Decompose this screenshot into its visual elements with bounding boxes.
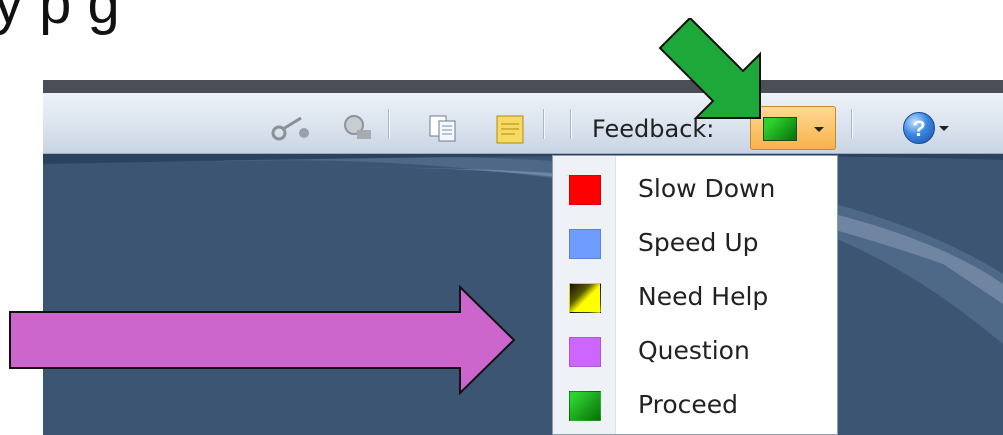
menu-item-slow-down[interactable]: Slow Down xyxy=(553,162,837,216)
connect-icon[interactable] xyxy=(271,113,311,146)
pink-pointer-arrow xyxy=(9,285,516,395)
slide-caption: y p g xyxy=(0,0,120,36)
feedback-menu: Slow Down Speed Up Need Help Question Pr… xyxy=(552,155,838,435)
title-strip xyxy=(43,80,1003,93)
menu-item-label: Slow Down xyxy=(638,174,776,203)
red-swatch-icon xyxy=(569,175,601,205)
purple-swatch-icon xyxy=(569,337,601,367)
menu-item-question[interactable]: Question xyxy=(553,324,837,378)
green-swatch-icon xyxy=(569,391,601,421)
toolbar-separator xyxy=(851,109,853,139)
green-pointer-arrow xyxy=(658,18,761,119)
search-people-icon[interactable] xyxy=(341,113,375,146)
chevron-down-icon xyxy=(814,127,824,132)
menu-item-label: Proceed xyxy=(638,390,739,419)
chevron-down-icon[interactable] xyxy=(939,126,949,131)
menu-item-speed-up[interactable]: Speed Up xyxy=(553,216,837,270)
menu-item-label: Question xyxy=(638,336,750,365)
menu-item-proceed[interactable]: Proceed xyxy=(553,378,837,432)
notes-icon[interactable] xyxy=(495,113,525,150)
copy-icon[interactable] xyxy=(427,113,459,148)
toolbar-separator xyxy=(570,109,572,139)
menu-item-label: Need Help xyxy=(638,282,769,311)
toolbar: Feedback: ? xyxy=(43,93,1003,154)
menu-item-label: Speed Up xyxy=(638,228,759,257)
help-icon[interactable]: ? xyxy=(903,112,935,144)
toolbar-separator xyxy=(543,109,545,139)
toolbar-separator xyxy=(388,109,390,139)
menu-item-need-help[interactable]: Need Help xyxy=(553,270,837,324)
blue-swatch-icon xyxy=(569,229,601,259)
yellow-swatch-icon xyxy=(569,283,601,313)
